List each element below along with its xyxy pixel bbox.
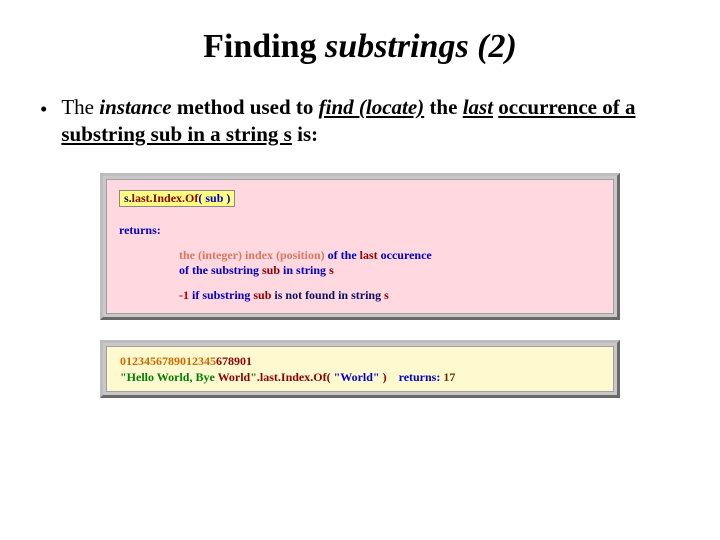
frag-sub: sub [262,263,280,277]
sig-receiver: s. [124,191,132,205]
frag: is not found in string [271,288,384,302]
panel-main-inner: s.last.Index.Of( sub ) returns: the (int… [106,179,614,314]
sig-method: last.Index.Of [132,191,199,205]
returns-label: returns: [119,223,601,238]
frag-s: s [329,263,334,277]
bullet-frag: the [424,95,463,119]
bullet-frag-last: last [463,95,493,119]
ex-returns-label: returns: [399,370,444,384]
bullet-frag: is: [292,122,318,146]
ex-str-c: " [250,370,257,384]
title-emph: substrings (2) [325,28,517,65]
returns-line-2: of the substring sub in string s [179,263,601,278]
slide: Finding substrings (2) • The instance me… [0,0,720,398]
ex-arg: "World" [334,370,380,384]
example-index-line: 0123456789012345678901 [117,353,603,369]
bullet-marker: • [40,96,47,123]
frag-minus1: -1 [179,288,189,302]
bullet-frag-instance: instance [99,95,171,119]
idx-match: 678901 [216,354,252,368]
panel-example: 0123456789012345678901 "Hello World, Bye… [100,340,620,398]
ex-method: .last.Index.Of( [257,370,334,384]
bullet-text: The instance method used to find (locate… [61,94,690,149]
idx-before: 0123456789012345 [120,354,216,368]
bullet-item: • The instance method used to find (loca… [30,94,690,149]
sig-param: ( sub ) [198,191,230,205]
ex-str-a: "Hello World, Bye [120,370,218,384]
bullet-frag: method used to [172,95,319,119]
title-plain: Finding [203,28,325,65]
frag-index: the (integer) index (position) [179,248,325,262]
frag: of the substring [179,263,262,277]
frag: in string [280,263,329,277]
returns-line-3: -1 if substring sub is not found in stri… [179,288,601,303]
frag-last: last [360,248,378,262]
frag: of the [325,248,360,262]
bullet-frag-find: find (locate) [319,95,425,119]
frag-sub: sub [253,288,271,302]
ex-str-b: World [218,370,251,384]
slide-title: Finding substrings (2) [30,28,690,66]
example-call-line: "Hello World, Bye World".last.Index.Of( … [117,369,603,385]
ex-returns-value: 17 [443,370,455,384]
method-signature: s.last.Index.Of( sub ) [119,190,235,207]
ex-paren: ) [380,370,387,384]
returns-line-1: the (integer) index (position) of the la… [179,248,601,263]
frag-s: s [384,288,389,302]
returns-body: the (integer) index (position) of the la… [119,248,601,303]
panel-main: s.last.Index.Of( sub ) returns: the (int… [100,173,620,320]
bullet-frag: The [61,95,99,119]
panel-example-inner: 0123456789012345678901 "Hello World, Bye… [106,346,614,392]
spacer [179,278,601,288]
frag: occurence [378,248,432,262]
frag: if substring [189,288,253,302]
